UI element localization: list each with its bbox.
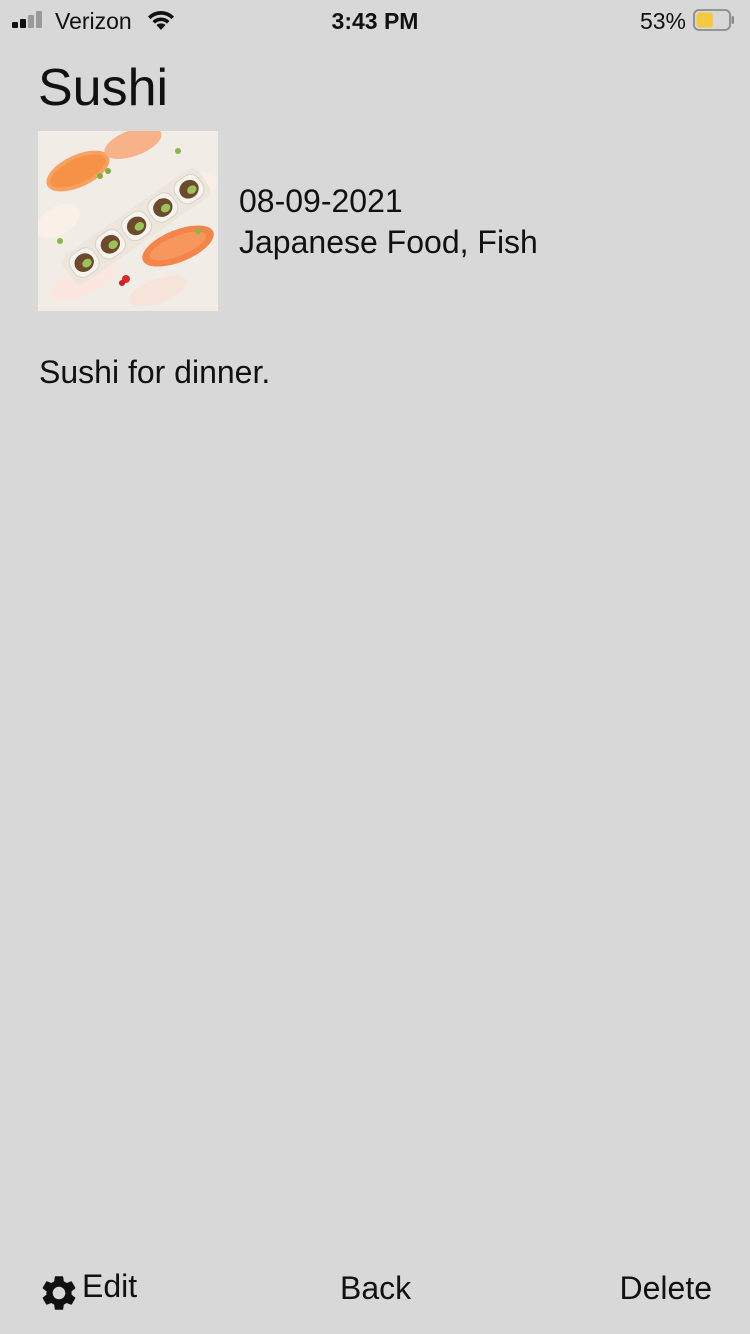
entry-notes: Sushi for dinner. — [39, 354, 271, 390]
entry-tags: Japanese Food, Fish — [239, 224, 538, 260]
edit-label: Edit — [82, 1267, 138, 1304]
battery-icon — [693, 9, 734, 31]
bottom-toolbar: Edit Back Delete — [0, 1244, 750, 1334]
edit-button[interactable]: Edit — [38, 1264, 137, 1314]
sushi-photo — [38, 131, 218, 311]
entry-date: 08-09-2021 — [239, 183, 403, 219]
back-button[interactable]: Back — [340, 1270, 411, 1307]
battery-percentage: 53% — [639, 8, 686, 34]
status-bar: Verizon 3:43 PM 53% — [0, 0, 750, 40]
delete-button[interactable]: Delete — [620, 1270, 713, 1307]
entry-title: Sushi — [38, 59, 169, 117]
gear-icon — [42, 1276, 76, 1310]
status-time: 3:43 PM — [331, 8, 419, 34]
